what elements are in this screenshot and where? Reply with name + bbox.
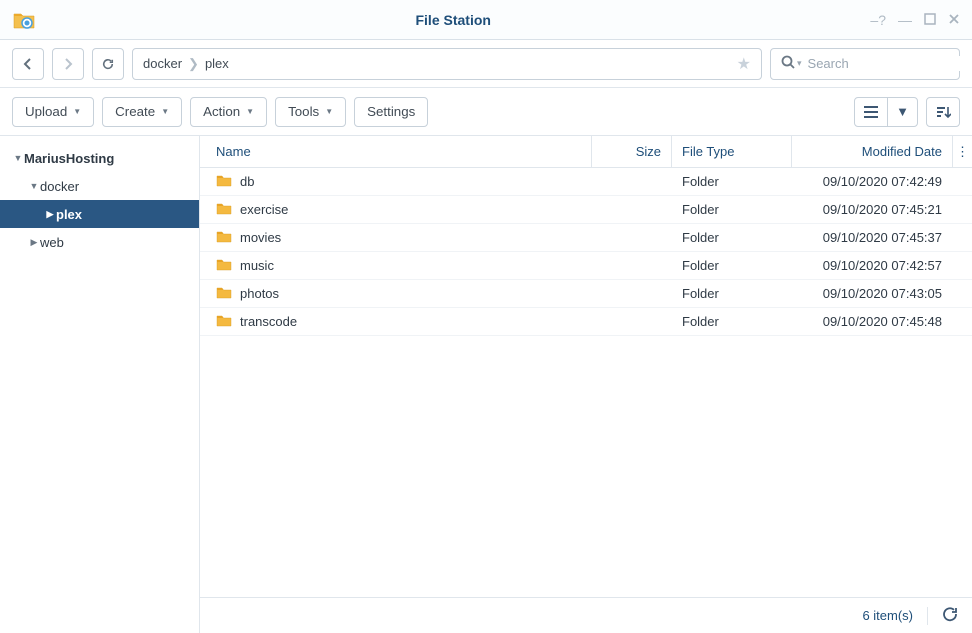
chevron-right-icon: ❯ xyxy=(188,56,199,72)
minimize-icon[interactable]: — xyxy=(898,12,912,28)
action-label: Action xyxy=(203,104,240,119)
caret-down-icon: ▼ xyxy=(246,107,254,116)
chevron-down-icon: ▼ xyxy=(28,181,40,191)
caret-down-icon: ▼ xyxy=(73,107,81,116)
window-controls: ‒? — xyxy=(870,12,960,28)
table-row[interactable]: transcode Folder09/10/2020 07:45:48 xyxy=(200,308,972,336)
search-bar[interactable]: ▾ xyxy=(770,48,960,80)
caret-down-icon: ▼ xyxy=(161,107,169,116)
sidebar: ▼MariusHosting ▼docker ▶plex ▶web xyxy=(0,136,200,633)
tree-item-docker[interactable]: ▼docker xyxy=(0,172,199,200)
upload-label: Upload xyxy=(25,104,67,119)
file-rows: dbFolder09/10/2020 07:42:49exerciseFolde… xyxy=(200,168,972,597)
tree-item-label: docker xyxy=(40,179,79,194)
refresh-icon[interactable] xyxy=(942,606,958,625)
file-name: photos xyxy=(240,286,279,301)
tree-item-label: web xyxy=(40,235,64,250)
file-name: movies xyxy=(240,230,281,245)
item-count: 6 item(s) xyxy=(862,608,913,623)
folder-icon xyxy=(216,257,232,274)
refresh-button[interactable] xyxy=(92,48,124,80)
file-type: Folder xyxy=(672,258,792,273)
action-button[interactable]: Action ▼ xyxy=(190,97,267,127)
sort-icon[interactable] xyxy=(927,98,959,126)
sort-group xyxy=(926,97,960,127)
file-type: Folder xyxy=(672,202,792,217)
statusbar: 6 item(s) xyxy=(200,597,972,633)
folder-icon xyxy=(216,173,232,190)
file-modified: 09/10/2020 07:43:05 xyxy=(792,286,952,301)
folder-icon xyxy=(216,201,232,218)
create-label: Create xyxy=(115,104,155,119)
window-title: File Station xyxy=(36,12,870,28)
table-row[interactable]: db Folder09/10/2020 07:42:49 xyxy=(200,168,972,196)
folder-icon xyxy=(216,313,232,330)
file-type: Folder xyxy=(672,286,792,301)
file-name: music xyxy=(240,258,274,273)
tools-button[interactable]: Tools ▼ xyxy=(275,97,346,127)
table-row[interactable]: exercise Folder09/10/2020 07:45:21 xyxy=(200,196,972,224)
file-name: transcode xyxy=(240,314,297,329)
folder-icon xyxy=(216,285,232,302)
settings-button[interactable]: Settings xyxy=(354,97,428,127)
path-segment-1[interactable]: plex xyxy=(205,56,229,71)
file-modified: 09/10/2020 07:45:48 xyxy=(792,314,952,329)
search-icon xyxy=(781,55,795,72)
file-modified: 09/10/2020 07:42:49 xyxy=(792,174,952,189)
close-icon[interactable] xyxy=(948,12,960,28)
path-segment-0[interactable]: docker xyxy=(143,56,182,71)
file-modified: 09/10/2020 07:45:21 xyxy=(792,202,952,217)
column-options-icon[interactable]: ⋮ xyxy=(952,136,972,167)
path-bar[interactable]: docker ❯ plex ★ xyxy=(132,48,762,80)
tools-label: Tools xyxy=(288,104,319,119)
caret-down-icon: ▼ xyxy=(325,107,333,116)
view-dropdown-icon[interactable]: ▼ xyxy=(887,98,917,126)
file-name: exercise xyxy=(240,202,288,217)
table-row[interactable]: movies Folder09/10/2020 07:45:37 xyxy=(200,224,972,252)
toolbar: Upload▼ Create▼ Action▼ Tools▼ Settings … xyxy=(0,88,972,136)
main-area: ▼MariusHosting ▼docker ▶plex ▶web Name S… xyxy=(0,136,972,633)
view-mode-group: ▼ xyxy=(854,97,918,127)
header-modified[interactable]: Modified Date xyxy=(792,136,952,167)
header-type[interactable]: File Type xyxy=(672,136,792,167)
tree-root[interactable]: ▼MariusHosting xyxy=(0,144,199,172)
tree-root-label: MariusHosting xyxy=(24,151,114,166)
folder-icon xyxy=(216,229,232,246)
chevron-down-icon: ▼ xyxy=(12,153,24,163)
chevron-right-icon: ▶ xyxy=(44,209,56,220)
file-name: db xyxy=(240,174,254,189)
header-name[interactable]: Name xyxy=(200,136,592,167)
titlebar: File Station ‒? — xyxy=(0,0,972,40)
back-button[interactable] xyxy=(12,48,44,80)
tree-item-label: plex xyxy=(56,207,82,222)
settings-label: Settings xyxy=(367,104,415,119)
divider xyxy=(927,607,928,625)
upload-button[interactable]: Upload ▼ xyxy=(12,97,94,127)
file-type: Folder xyxy=(672,174,792,189)
navbar: docker ❯ plex ★ ▾ xyxy=(0,40,972,88)
help-icon[interactable]: ‒? xyxy=(870,12,886,28)
list-view-icon[interactable] xyxy=(855,98,887,126)
file-list-panel: Name Size File Type Modified Date ⋮ db Fo… xyxy=(200,136,972,633)
maximize-icon[interactable] xyxy=(924,12,936,28)
tree-item-plex[interactable]: ▶plex xyxy=(0,200,199,228)
chevron-right-icon: ▶ xyxy=(28,237,40,248)
file-modified: 09/10/2020 07:45:37 xyxy=(792,230,952,245)
file-type: Folder xyxy=(672,230,792,245)
create-button[interactable]: Create ▼ xyxy=(102,97,182,127)
table-row[interactable]: photos Folder09/10/2020 07:43:05 xyxy=(200,280,972,308)
table-row[interactable]: music Folder09/10/2020 07:42:57 xyxy=(200,252,972,280)
app-icon xyxy=(12,8,36,32)
search-options-chevron[interactable]: ▾ xyxy=(797,58,802,69)
file-type: Folder xyxy=(672,314,792,329)
favorite-star-icon[interactable]: ★ xyxy=(737,54,751,74)
forward-button[interactable] xyxy=(52,48,84,80)
search-input[interactable] xyxy=(808,56,972,71)
file-modified: 09/10/2020 07:42:57 xyxy=(792,258,952,273)
header-size[interactable]: Size xyxy=(592,136,672,167)
column-headers: Name Size File Type Modified Date ⋮ xyxy=(200,136,972,168)
tree-item-web[interactable]: ▶web xyxy=(0,228,199,256)
